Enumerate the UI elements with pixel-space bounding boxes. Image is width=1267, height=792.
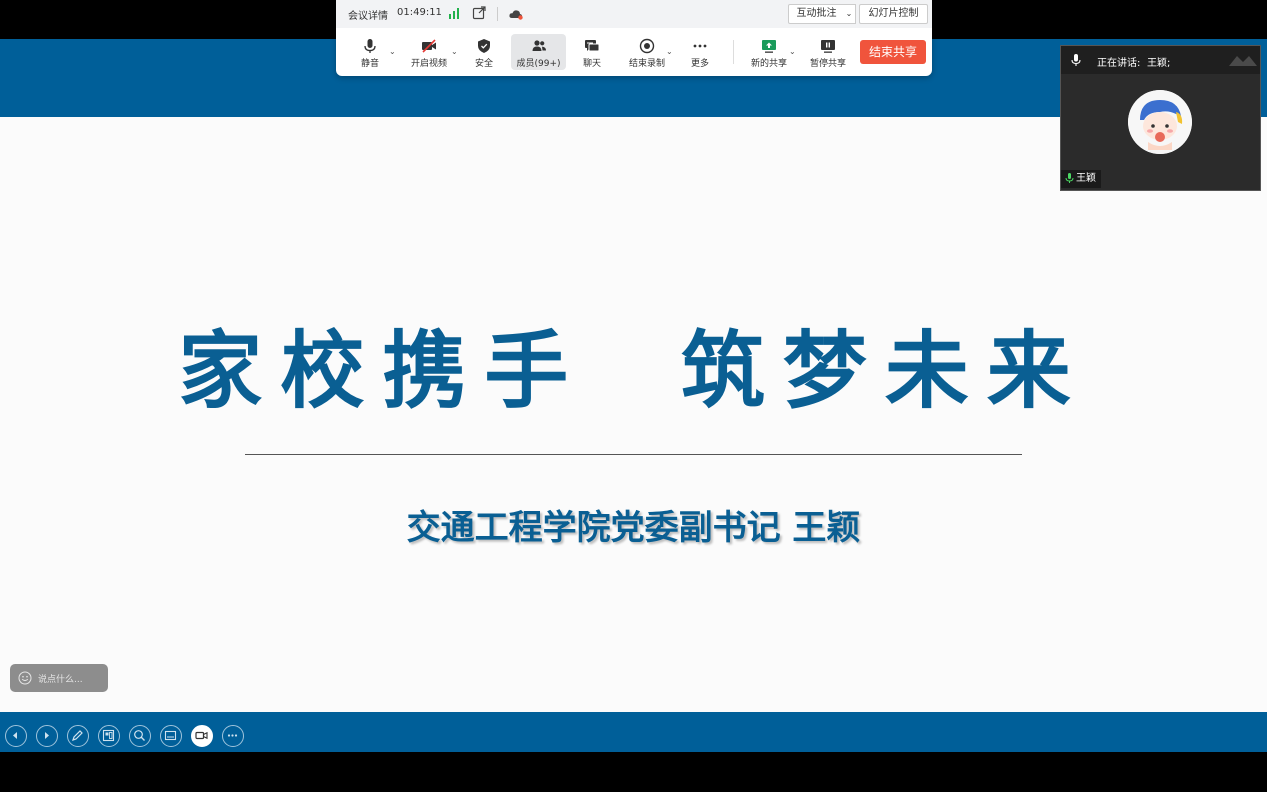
slides-icon <box>102 729 115 742</box>
next-slide-button[interactable] <box>36 725 58 747</box>
comment-placeholder: 说点什么... <box>38 675 83 685</box>
annotation-dropdown-icon[interactable]: ⌄ <box>843 4 856 24</box>
toolbar-separator <box>497 7 498 21</box>
participant-name-tag: 王颖 <box>1061 170 1101 188</box>
slide-title: 家校携手 筑梦未来 <box>178 322 1089 420</box>
chat-label: 聊天 <box>582 59 601 69</box>
start-video-label: 开启视频 <box>410 59 447 69</box>
avatar-illustration-icon <box>1128 90 1192 154</box>
zoom-button[interactable] <box>129 725 151 747</box>
toolbar-divider <box>733 40 734 64</box>
slide-bottom-band <box>0 712 1267 752</box>
meeting-details-link[interactable]: 会议详情 <box>348 7 388 22</box>
members-label: 成员(99+) <box>516 59 561 69</box>
participant-name: 王颖 <box>1076 173 1096 184</box>
bottom-letterbox <box>0 752 1267 792</box>
pause-share-button[interactable]: 暂停共享 <box>806 34 850 70</box>
panel-watermark-icon <box>1229 56 1257 66</box>
new-share-label: 新的共享 <box>750 59 787 69</box>
screen-button[interactable] <box>160 725 182 747</box>
pen-icon <box>72 730 83 741</box>
camera-off-icon <box>422 39 436 53</box>
mute-button[interactable]: 静音 <box>350 34 390 70</box>
microphone-icon <box>1071 54 1081 66</box>
meeting-timer: 01:49:11 <box>397 7 442 18</box>
previous-slide-button[interactable] <box>5 725 27 747</box>
more-button[interactable]: 更多 <box>685 34 715 70</box>
cloud-record-icon[interactable] <box>508 7 524 21</box>
security-label: 安全 <box>474 59 493 69</box>
more-icon <box>693 44 707 48</box>
toolbar-info-row: 会议详情 01:49:11 互动批注 ⌄ 幻灯片控制 <box>336 0 932 28</box>
microphone-icon <box>364 39 376 53</box>
stop-recording-label: 结束录制 <box>628 59 665 69</box>
camera-button[interactable] <box>191 725 213 747</box>
share-options-caret-icon[interactable]: ⌄ <box>789 47 796 56</box>
zoom-icon <box>134 730 145 741</box>
chat-button[interactable]: 聊天 <box>577 34 607 70</box>
previous-icon <box>13 732 17 739</box>
chat-icon <box>585 40 600 52</box>
pause-share-icon <box>821 40 835 53</box>
new-share-button[interactable]: 新的共享 <box>746 34 792 70</box>
start-video-button[interactable]: 开启视频 <box>406 34 452 70</box>
mute-options-caret-icon[interactable]: ⌄ <box>389 47 396 56</box>
stop-recording-button[interactable]: 结束录制 <box>624 34 670 70</box>
speaker-status-bar: 正在讲话: 王颖; <box>1061 46 1260 74</box>
security-button[interactable]: 安全 <box>468 34 500 70</box>
new-share-icon <box>762 40 776 53</box>
shield-icon <box>478 39 490 53</box>
recording-options-caret-icon[interactable]: ⌄ <box>666 47 673 56</box>
interactive-annotation-button[interactable]: 互动批注 <box>788 4 845 24</box>
next-icon <box>45 732 49 739</box>
slide-control-button[interactable]: 幻灯片控制 <box>859 4 928 24</box>
members-button[interactable]: 成员(99+) <box>511 34 566 70</box>
camera-icon <box>195 731 208 740</box>
speaking-status: 正在讲话: <box>1097 58 1141 69</box>
pen-tool-button[interactable] <box>67 725 89 747</box>
pause-share-label: 暂停共享 <box>809 59 846 69</box>
meeting-toolbar: 会议详情 01:49:11 互动批注 ⌄ 幻灯片控制 静音 ⌄ 开启视频 ⌄ 安… <box>336 0 932 76</box>
speaker-name: 王颖; <box>1147 58 1171 69</box>
video-options-caret-icon[interactable]: ⌄ <box>451 47 458 56</box>
members-icon <box>532 40 546 51</box>
signal-icon[interactable] <box>448 7 460 19</box>
mute-label: 静音 <box>360 59 379 69</box>
comment-input[interactable]: 说点什么... <box>10 664 108 692</box>
all-slides-button[interactable] <box>98 725 120 747</box>
more-icon <box>227 734 238 737</box>
smile-icon[interactable] <box>18 671 32 685</box>
screen-icon <box>164 730 177 741</box>
slide-subtitle: 交通工程学院党委副书记 王颖 <box>406 508 861 548</box>
end-share-button[interactable]: 结束共享 <box>860 40 926 64</box>
slide-divider <box>245 454 1022 455</box>
record-stop-icon <box>639 38 655 54</box>
more-options-button[interactable] <box>222 725 244 747</box>
speaking-mic-icon <box>1065 173 1074 183</box>
speaker-video-panel[interactable]: 正在讲话: 王颖; 王颖 <box>1060 45 1261 191</box>
more-label: 更多 <box>690 59 709 69</box>
avatar <box>1128 90 1192 154</box>
external-window-icon[interactable] <box>472 6 486 20</box>
